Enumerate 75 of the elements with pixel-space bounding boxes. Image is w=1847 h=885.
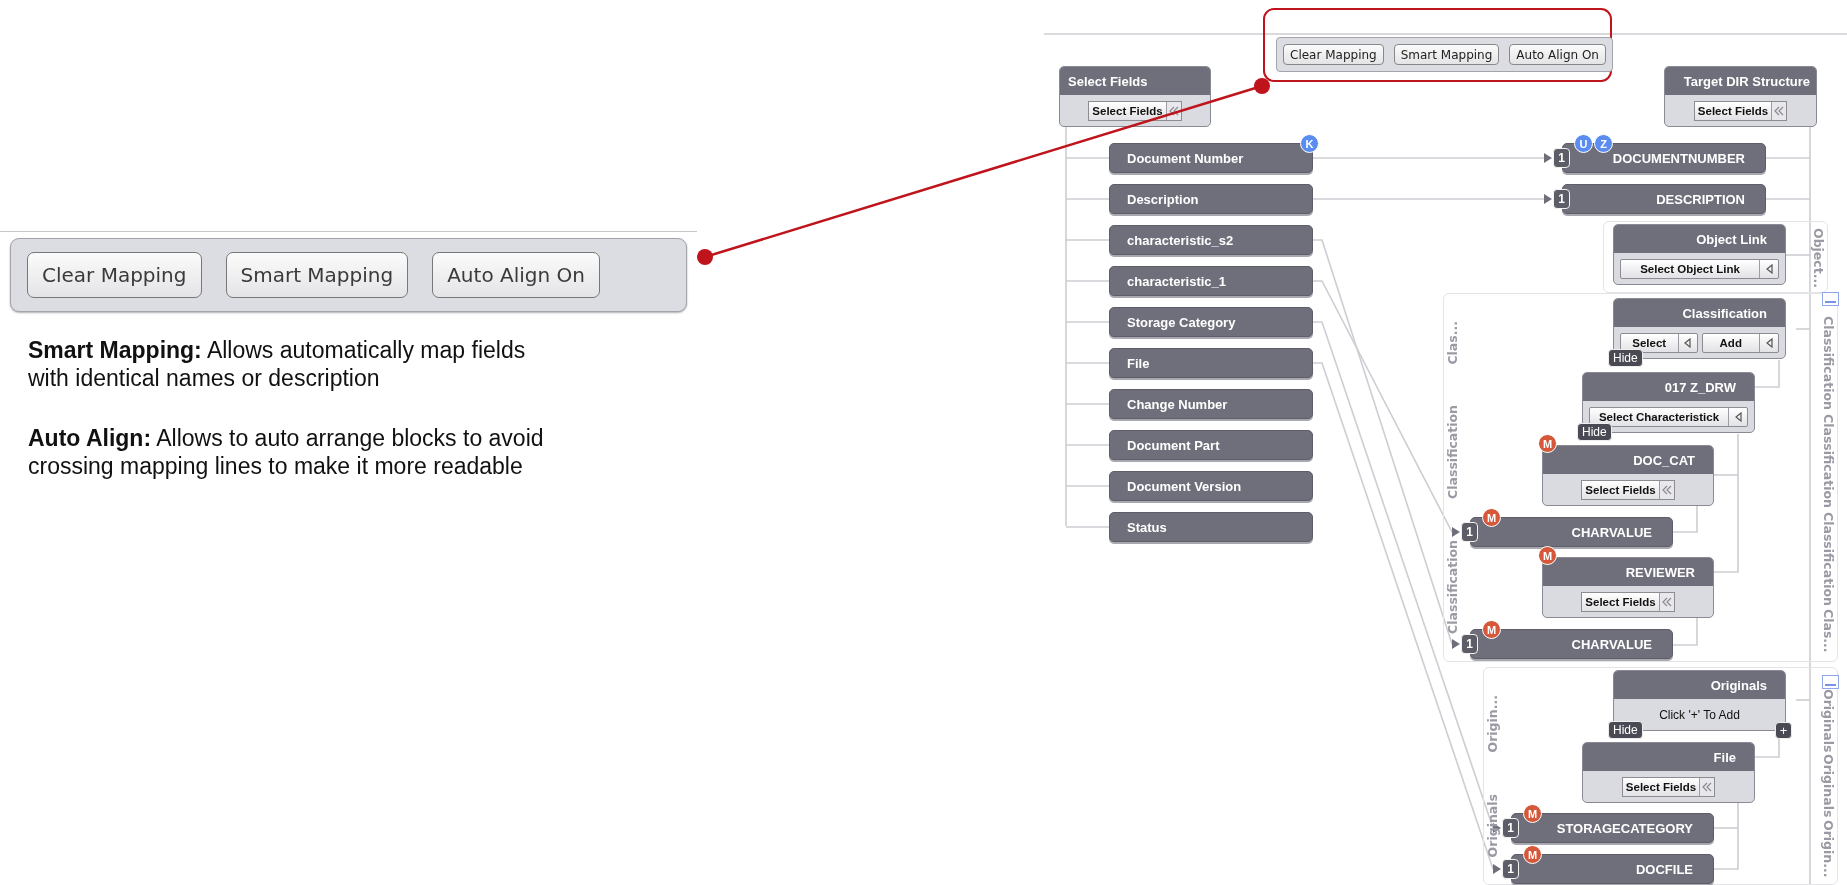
select-fields-button[interactable]: Select Fields (1088, 100, 1182, 121)
caret-icon (1765, 337, 1773, 348)
block-title: File (1583, 743, 1754, 771)
group-label: Classification (1445, 540, 1460, 635)
group-label: Object... (1811, 228, 1826, 288)
dropdown[interactable]: Select Object Link (1620, 258, 1779, 279)
block-title: Object Link (1614, 225, 1785, 253)
connector-line (1672, 617, 1698, 646)
select-fields-button[interactable]: Select Fields (1581, 479, 1675, 500)
source-field[interactable]: characteristic_1 (1109, 266, 1313, 296)
group-label: Clas... (1821, 609, 1836, 654)
connector-line (1672, 505, 1698, 533)
dropdown[interactable]: Select Characteristick (1589, 406, 1748, 427)
group-label: Classification (1821, 315, 1836, 410)
toolbar-button[interactable]: Smart Mapping (1393, 44, 1500, 65)
dropdown[interactable]: Add (1701, 332, 1779, 353)
source-field[interactable]: Description (1109, 184, 1313, 214)
double-chevron-icon (1774, 105, 1785, 116)
description-text: Auto Align: Allows to auto arrange blocks to avoid crossing mapping lines to make it more readable (28, 424, 545, 480)
group-label: Origin... (1821, 819, 1836, 877)
source-field[interactable]: Document Part (1109, 430, 1313, 460)
hint-text: Click '+' To Add (1659, 707, 1740, 722)
group-label: Clas... (1445, 320, 1460, 365)
block-title: Select Fields (1060, 67, 1210, 95)
source-field[interactable]: Storage Category (1109, 307, 1313, 337)
source-field[interactable]: File (1109, 348, 1313, 378)
double-chevron-icon (1702, 781, 1713, 792)
group-label: Originals (1821, 754, 1836, 818)
select-fields-button[interactable]: Select Fields (1621, 776, 1716, 797)
count-badge: 1 (1502, 859, 1519, 879)
block-title: Classification (1614, 299, 1785, 327)
count-badge: 1 (1461, 634, 1478, 654)
collapse-icon[interactable] (1822, 292, 1839, 306)
caret-icon (1684, 337, 1691, 348)
select-fields-button[interactable]: Select Fields (1581, 591, 1675, 612)
toolbar-button[interactable]: Clear Mapping (27, 252, 202, 298)
source-field[interactable]: Change Number (1109, 389, 1313, 419)
block-title: 017 Z_DRW (1583, 373, 1754, 401)
toolbar-button[interactable]: Clear Mapping (1283, 44, 1384, 65)
caret-icon (1765, 263, 1773, 274)
badge: M (1538, 434, 1557, 453)
target-block[interactable]: File Select Fields (1582, 742, 1755, 803)
double-chevron-icon (1168, 105, 1179, 116)
select-fields-button[interactable]: Select Fields (1693, 100, 1788, 121)
count-badge: 1 (1461, 522, 1478, 542)
count-badge: 1 (1502, 818, 1519, 838)
group-label: Classification (1821, 511, 1836, 606)
double-chevron-icon (1661, 596, 1672, 607)
group-label: Classification (1821, 413, 1836, 508)
collapse-icon[interactable] (1822, 675, 1839, 689)
description-text: Smart Mapping: Allows automatically map fields with identical names or description (28, 336, 527, 392)
toolbar-button[interactable]: Auto Align On (1509, 44, 1606, 65)
group-label: Originals (1485, 793, 1500, 858)
block-title: Originals (1614, 671, 1785, 699)
source-field[interactable]: Status (1109, 512, 1313, 542)
group-label: Classification (1445, 405, 1460, 500)
toolbar-button[interactable]: Auto Align On (432, 252, 600, 298)
add-button[interactable]: + (1775, 722, 1792, 739)
source-field[interactable]: characteristic_s2 (1109, 225, 1313, 255)
target-block[interactable]: Object Link Select Object Link (1613, 224, 1786, 285)
double-chevron-icon (1661, 484, 1672, 495)
hide-button[interactable]: Hide (1577, 423, 1612, 441)
hide-button[interactable]: Hide (1608, 721, 1643, 739)
count-badge: 1 (1553, 148, 1570, 168)
badge: K (1300, 134, 1319, 153)
hide-button[interactable]: Hide (1608, 349, 1643, 367)
caret-icon (1734, 411, 1742, 422)
source-field[interactable]: Document Version (1109, 471, 1313, 501)
dropdown[interactable]: Select (1620, 332, 1698, 353)
toolbar-button[interactable]: Smart Mapping (225, 252, 409, 298)
group-label: Origin... (1485, 694, 1500, 753)
block-title: Target DIR Structure (1665, 67, 1816, 95)
connector-line (1754, 359, 1780, 388)
count-badge: 1 (1553, 189, 1570, 209)
group-label: Originals (1821, 688, 1836, 753)
